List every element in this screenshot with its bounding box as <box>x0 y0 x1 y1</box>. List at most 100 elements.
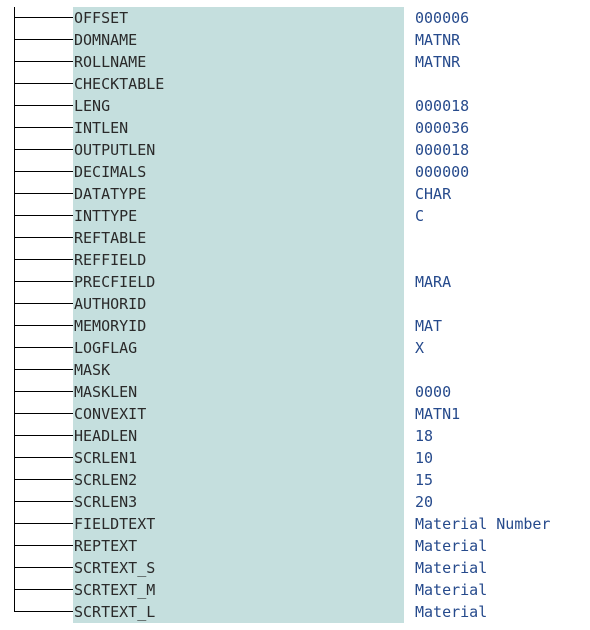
field-name: REPTEXT <box>74 537 138 555</box>
field-name: FIELDTEXT <box>74 515 156 533</box>
tree-branch-line <box>14 171 73 172</box>
field-value: Material <box>415 537 488 555</box>
field-name: AUTHORID <box>74 295 147 313</box>
field-value: 10 <box>415 449 434 467</box>
tree-row[interactable]: DECIMALS 000000 <box>0 161 590 183</box>
field-value: 15 <box>415 471 434 489</box>
tree-branch-line <box>14 215 73 216</box>
tree-row[interactable]: PRECFIELD MARA <box>0 271 590 293</box>
tree-branch-line <box>14 259 73 260</box>
field-name: MEMORYID <box>74 317 147 335</box>
tree-branch-line <box>14 61 73 62</box>
tree-branch-line <box>14 435 73 436</box>
field-value: 000036 <box>415 119 470 137</box>
field-name: SCRLEN2 <box>74 471 138 489</box>
tree-row[interactable]: SCRLEN2 15 <box>0 469 590 491</box>
field-value: MATNR <box>415 53 461 71</box>
field-name: DOMNAME <box>74 31 138 49</box>
tree-branch-line <box>14 237 73 238</box>
field-name: DECIMALS <box>74 163 147 181</box>
field-value: Material <box>415 581 488 599</box>
field-name: INTLEN <box>74 119 129 137</box>
tree-row[interactable]: AUTHORID <box>0 293 590 315</box>
tree-row[interactable]: MASK <box>0 359 590 381</box>
tree-row[interactable]: INTTYPE C <box>0 205 590 227</box>
field-value: MARA <box>415 273 452 291</box>
tree-branch-line <box>14 589 73 590</box>
field-name: CHECKTABLE <box>74 75 165 93</box>
field-name: CONVEXIT <box>74 405 147 423</box>
tree-branch-line <box>14 545 73 546</box>
tree-row[interactable]: ROLLNAME MATNR <box>0 51 590 73</box>
field-name: LOGFLAG <box>74 339 138 357</box>
tree-branch-line <box>14 127 73 128</box>
field-name: INTTYPE <box>74 207 138 225</box>
tree-row[interactable]: FIELDTEXT Material Number <box>0 513 590 535</box>
field-value: C <box>415 207 425 225</box>
tree-row[interactable]: REFTABLE <box>0 227 590 249</box>
tree-row[interactable]: MEMORYID MAT <box>0 315 590 337</box>
tree-branch-line <box>14 193 73 194</box>
field-name: SCRTEXT_M <box>74 581 156 599</box>
tree-row[interactable]: SCRTEXT_S Material <box>0 557 590 579</box>
tree-branch-line <box>14 83 73 84</box>
tree-row[interactable]: OUTPUTLEN 000018 <box>0 139 590 161</box>
field-value: MATNR <box>415 31 461 49</box>
tree-row[interactable]: SCRTEXT_M Material <box>0 579 590 601</box>
field-name: PRECFIELD <box>74 273 156 291</box>
tree-branch-line <box>14 39 73 40</box>
tree-branch-line <box>14 391 73 392</box>
tree-branch-line <box>14 17 73 18</box>
tree-row[interactable]: DOMNAME MATNR <box>0 29 590 51</box>
field-name: SCRLEN3 <box>74 493 138 511</box>
tree-row[interactable]: SCRTEXT_L Material <box>0 601 590 623</box>
tree-row[interactable]: LOGFLAG X <box>0 337 590 359</box>
field-name: OFFSET <box>74 9 129 27</box>
tree-branch-line <box>14 457 73 458</box>
field-name: ROLLNAME <box>74 53 147 71</box>
field-value: 000006 <box>415 9 470 27</box>
tree-row[interactable]: HEADLEN 18 <box>0 425 590 447</box>
tree-row[interactable]: CHECKTABLE <box>0 73 590 95</box>
tree-row[interactable]: REPTEXT Material <box>0 535 590 557</box>
field-value: MAT <box>415 317 443 335</box>
field-value: Material Number <box>415 515 551 533</box>
field-name: DATATYPE <box>74 185 147 203</box>
field-name: OUTPUTLEN <box>74 141 156 159</box>
tree-row[interactable]: CONVEXIT MATN1 <box>0 403 590 425</box>
tree-row[interactable]: DATATYPE CHAR <box>0 183 590 205</box>
field-value: Material <box>415 559 488 577</box>
tree-branch-line <box>14 281 73 282</box>
tree-branch-line <box>14 303 73 304</box>
tree-row[interactable]: OFFSET 000006 <box>0 7 590 29</box>
tree-row[interactable]: REFFIELD <box>0 249 590 271</box>
field-name: REFFIELD <box>74 251 147 269</box>
tree-row[interactable]: SCRLEN3 20 <box>0 491 590 513</box>
field-name: REFTABLE <box>74 229 147 247</box>
tree-branch-line <box>14 523 73 524</box>
field-name: HEADLEN <box>74 427 138 445</box>
tree-row[interactable]: INTLEN 000036 <box>0 117 590 139</box>
field-name-cell <box>73 359 404 381</box>
field-name: SCRTEXT_S <box>74 559 156 577</box>
field-name: LENG <box>74 97 111 115</box>
field-value: 000000 <box>415 163 470 181</box>
field-tree: OFFSET 000006 DOMNAME MATNR ROLLNAME MATNR CHE… <box>0 7 590 623</box>
field-value: 20 <box>415 493 434 511</box>
field-name-cell <box>73 95 404 117</box>
tree-row[interactable]: SCRLEN1 10 <box>0 447 590 469</box>
tree-row[interactable]: LENG 000018 <box>0 95 590 117</box>
tree-branch-line <box>14 479 73 480</box>
tree-branch-line <box>14 105 73 106</box>
field-value: 000018 <box>415 97 470 115</box>
field-name: SCRLEN1 <box>74 449 138 467</box>
tree-row[interactable]: MASKLEN 0000 <box>0 381 590 403</box>
field-value: 18 <box>415 427 434 445</box>
field-name: MASK <box>74 361 111 379</box>
tree-branch-line <box>14 413 73 414</box>
field-value: MATN1 <box>415 405 461 423</box>
tree-branch-line <box>14 325 73 326</box>
field-name: SCRTEXT_L <box>74 603 156 621</box>
field-value: Material <box>415 603 488 621</box>
field-value: X <box>415 339 425 357</box>
